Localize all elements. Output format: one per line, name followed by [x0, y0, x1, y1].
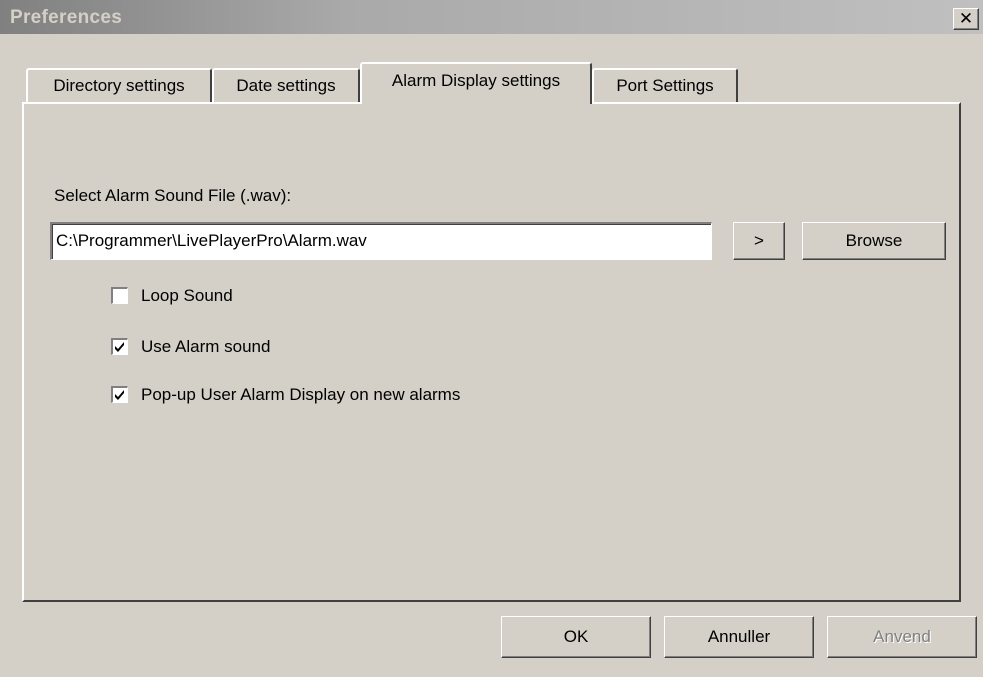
cancel-button[interactable]: Annuller: [664, 616, 814, 658]
tab-label: Port Settings: [616, 76, 714, 95]
apply-button-label: Anvend: [873, 627, 931, 646]
preferences-dialog: Preferences ✕ Directory settings Date se…: [0, 0, 983, 677]
tab-panel: [22, 102, 961, 602]
window-title: Preferences: [10, 7, 123, 28]
tab-label: Alarm Display settings: [391, 71, 561, 90]
tab-date-settings[interactable]: Date settings: [212, 68, 360, 102]
tab-directory-settings[interactable]: Directory settings: [26, 68, 212, 102]
tab-label: Directory settings: [53, 76, 185, 95]
ok-button[interactable]: OK: [501, 616, 651, 658]
tab-port-settings[interactable]: Port Settings: [592, 68, 738, 102]
close-icon: ✕: [958, 9, 974, 29]
apply-button[interactable]: Anvend: [827, 616, 977, 658]
title-bar[interactable]: Preferences ✕: [0, 0, 983, 34]
active-tab-joint: [362, 100, 588, 106]
tab-label: Date settings: [236, 76, 336, 95]
tab-alarm-display-settings[interactable]: Alarm Display settings: [360, 62, 592, 104]
ok-button-label: OK: [563, 627, 589, 646]
cancel-button-label: Annuller: [707, 627, 771, 646]
close-button[interactable]: ✕: [953, 8, 979, 30]
